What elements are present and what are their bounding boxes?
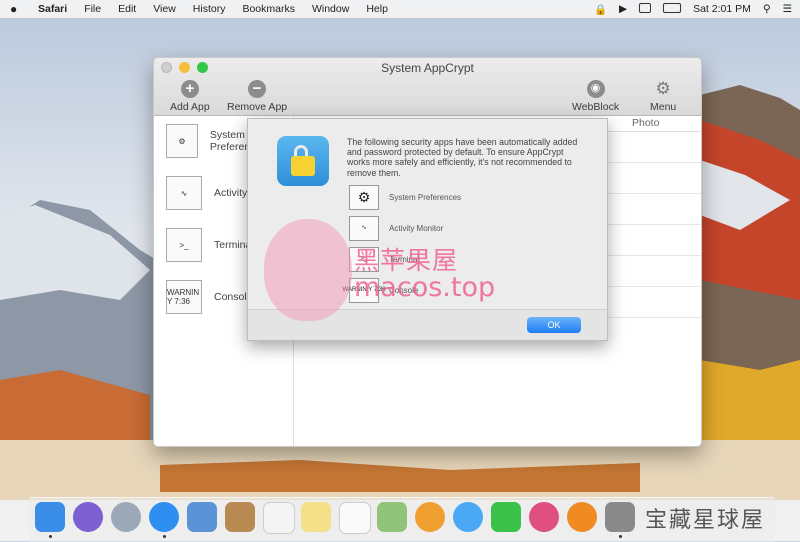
lock-status-icon[interactable]: 🔒 xyxy=(594,3,607,16)
sidebar-item-terminal[interactable]: >_ Terminal xyxy=(166,228,254,262)
menu-app-name[interactable]: Safari xyxy=(38,3,67,15)
menu-bookmarks[interactable]: Bookmarks xyxy=(242,3,295,15)
dock-contacts-icon[interactable] xyxy=(225,502,255,532)
console-icon: WARNIN Y 7:36 xyxy=(166,280,202,314)
dock-finder-icon[interactable] xyxy=(35,502,65,532)
dialog-footer: OK xyxy=(248,309,607,340)
console-icon: WARNIN Y 7:36 xyxy=(343,278,385,303)
battery-icon[interactable] xyxy=(663,2,682,16)
list-item-label: Console xyxy=(389,286,419,295)
ok-button[interactable]: OK xyxy=(527,317,581,333)
activity-icon: ∿ xyxy=(166,176,202,210)
dock-ibooks-icon[interactable] xyxy=(567,502,597,532)
window-title: System AppCrypt xyxy=(381,61,474,75)
webblock-button[interactable]: ◉ WebBlock xyxy=(572,80,619,113)
dialog-message: The following security apps have been au… xyxy=(347,137,578,178)
list-item: ∿ Activity Monitor xyxy=(349,216,443,241)
sidebar-item-console[interactable]: WARNIN Y 7:36 Console xyxy=(166,280,253,314)
dock-facetime-icon[interactable] xyxy=(491,502,521,532)
menu-bar: ● Safari File Edit View History Bookmark… xyxy=(0,0,800,19)
add-app-button[interactable]: + Add App xyxy=(170,80,210,113)
gear-icon: ⚙ xyxy=(166,124,198,158)
menu-window[interactable]: Window xyxy=(312,3,349,15)
dock-maps-icon[interactable] xyxy=(377,502,407,532)
dock-messages-icon[interactable] xyxy=(453,502,483,532)
dock-safari-icon[interactable] xyxy=(149,502,179,532)
dock-calendar-icon[interactable] xyxy=(263,502,295,534)
spotlight-icon[interactable]: ⚲ xyxy=(763,3,771,15)
gear-icon: ⚙ xyxy=(349,185,379,210)
activity-icon: ∿ xyxy=(349,216,379,241)
menu-edit[interactable]: Edit xyxy=(118,3,136,15)
apple-menu-icon[interactable]: ● xyxy=(10,2,24,16)
photo-column-header[interactable]: Photo xyxy=(632,117,659,129)
list-item-label: Activity Monitor xyxy=(389,224,444,233)
display-icon[interactable] xyxy=(639,2,652,16)
menu-button[interactable]: ⚙ Menu xyxy=(650,80,676,113)
dock-photos-icon[interactable] xyxy=(415,502,445,532)
dock-siri-icon[interactable] xyxy=(73,502,103,532)
dock-system-preferences-icon[interactable] xyxy=(605,502,635,532)
menu-view[interactable]: View xyxy=(153,3,176,15)
menu-history[interactable]: History xyxy=(193,3,226,15)
list-item-label: Terminal xyxy=(389,255,420,264)
notification-center-icon[interactable]: ☰ xyxy=(783,3,792,15)
add-app-label: Add App xyxy=(170,101,210,113)
plus-icon: + xyxy=(180,80,199,98)
menu-clock[interactable]: Sat 2:01 PM xyxy=(693,3,751,15)
menu-help[interactable]: Help xyxy=(366,3,388,15)
menu-label: Menu xyxy=(650,101,677,113)
dock-notes-icon[interactable] xyxy=(301,502,331,532)
terminal-icon: >_ xyxy=(349,247,379,272)
airplay-icon[interactable]: ▶ xyxy=(619,3,627,15)
appcrypt-lock-icon xyxy=(277,136,329,186)
remove-app-label: Remove App xyxy=(227,101,288,113)
globe-lock-icon: ◉ xyxy=(586,80,605,98)
menu-file[interactable]: File xyxy=(84,3,101,15)
list-item: WARNIN Y 7:36 Console xyxy=(343,278,419,303)
dock-launchpad-icon[interactable] xyxy=(111,502,141,532)
dock-itunes-icon[interactable] xyxy=(529,502,559,532)
remove-app-button[interactable]: − Remove App xyxy=(227,80,287,113)
minus-icon: − xyxy=(248,80,267,98)
corner-watermark: 宝藏星球屋 xyxy=(645,508,766,533)
list-item-label: System Preferences xyxy=(389,193,462,202)
webblock-label: WebBlock xyxy=(572,101,620,113)
list-item: ⚙ System Preferences xyxy=(349,185,461,210)
window-toolbar: System AppCrypt + Add App − Remove App ◉… xyxy=(154,58,701,116)
gear-icon: ⚙ xyxy=(655,79,671,98)
dock-reminders-icon[interactable] xyxy=(339,502,371,534)
list-item: >_ Terminal xyxy=(349,247,419,272)
terminal-icon: >_ xyxy=(166,228,202,262)
dock-mail-icon[interactable] xyxy=(187,502,217,532)
security-apps-dialog: The following security apps have been au… xyxy=(247,118,608,341)
